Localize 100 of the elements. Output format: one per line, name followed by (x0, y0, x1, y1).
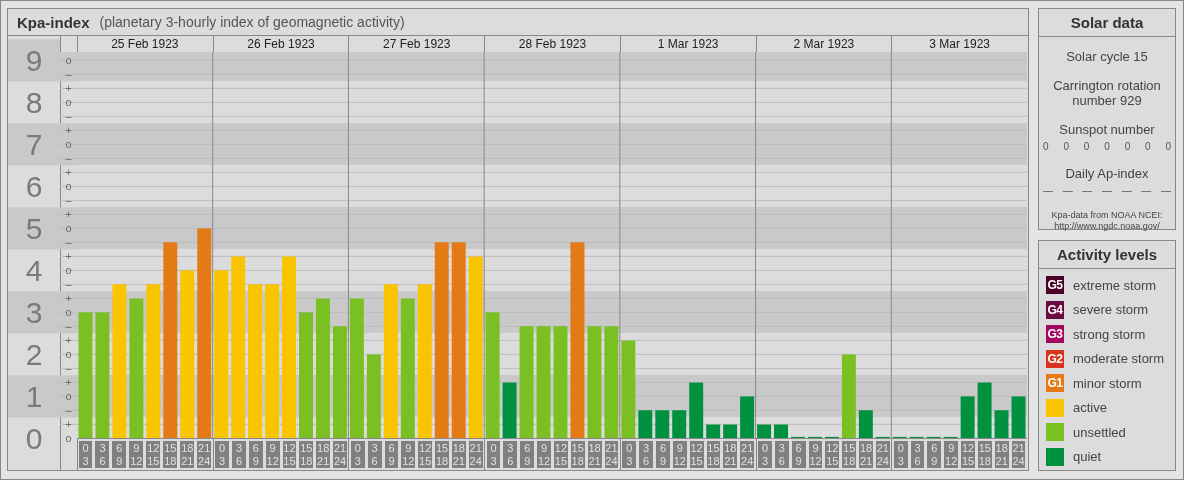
level-swatch: G3 (1046, 325, 1064, 343)
minor-tick-label: o (65, 305, 72, 318)
time-slot-label: 15 18 (842, 441, 857, 468)
minor-tick-label: o (65, 221, 72, 234)
level-label: unsettled (1073, 424, 1126, 440)
level-label: minor storm (1073, 375, 1142, 391)
ap-index-value: — (1082, 185, 1093, 196)
time-slot-label: 15 18 (435, 441, 449, 468)
time-slot-label: 12 15 (554, 441, 568, 468)
time-slot-label: 3 6 (774, 441, 789, 468)
time-slot-label: 0 3 (78, 441, 93, 468)
time-slot-label: 0 3 (622, 441, 637, 468)
sunspot-value: 0 (1104, 141, 1110, 152)
time-slot-label: 21 24 (875, 441, 890, 468)
minor-tick-label: + (65, 207, 72, 220)
time-slot-label: 3 6 (910, 441, 925, 468)
solar-cycle-text: Solar cycle 15 (1066, 49, 1148, 64)
time-slot-label: 9 12 (129, 441, 144, 468)
minor-tick-label: o (65, 95, 72, 108)
y-axis-label: 3 (25, 296, 43, 330)
time-slot-label: 3 6 (367, 441, 382, 468)
carrington-rotation-text: Carrington rotation number 929 (1052, 78, 1162, 108)
y-axis-label: 0 (25, 422, 43, 456)
time-slot-label: 0 3 (486, 441, 501, 468)
time-slot-label: 12 15 (961, 441, 975, 468)
time-slot-label: 21 24 (197, 441, 212, 468)
time-slot-label: 21 24 (1011, 441, 1026, 468)
sunspot-label: Sunspot number (1059, 122, 1155, 137)
chart-title: Kpa-index (17, 13, 90, 31)
minor-tick-label: + (65, 249, 72, 262)
time-slot-label: 15 18 (706, 441, 721, 468)
ap-index-value: — (1101, 185, 1112, 196)
minor-tick-label: – (65, 193, 72, 206)
level-label: quiet (1073, 449, 1102, 464)
minor-tick-label: – (65, 277, 72, 290)
time-slot-label: 0 3 (350, 441, 365, 468)
minor-tick-label: – (65, 151, 72, 164)
minor-tick-label: – (65, 319, 72, 332)
source-url: http://www.ngdc.noaa.gov/ (1054, 221, 1160, 232)
time-slot-label: 21 24 (333, 441, 347, 468)
time-slot-label: 15 18 (163, 441, 178, 468)
minor-tick-label: – (65, 109, 72, 122)
y-axis-label: 9 (25, 44, 43, 78)
level-label: moderate storm (1073, 351, 1165, 366)
level-swatch: G1 (1046, 374, 1064, 392)
time-slot-label: 9 12 (808, 441, 823, 468)
level-swatch: G4 (1046, 300, 1064, 319)
sunspot-value: 0 (1124, 141, 1131, 152)
minor-tick-label: + (65, 81, 72, 94)
level-swatch: G2 (1046, 349, 1064, 368)
time-slot-label: 12 15 (282, 441, 297, 468)
time-slot-label: 6 9 (384, 441, 399, 468)
ap-index-value: — (1121, 185, 1132, 196)
ap-index-label: Daily Ap-index (1065, 166, 1149, 181)
time-slot-label: 0 3 (893, 441, 908, 468)
time-slot-label: 3 6 (503, 441, 518, 468)
time-slot-label: 0 3 (758, 441, 772, 468)
time-slot-label: 9 12 (265, 441, 280, 468)
time-slot-label: 18 21 (859, 441, 873, 468)
time-slot-label: 9 12 (944, 441, 959, 468)
time-slot-label: 6 9 (791, 441, 806, 468)
sunspot-value: 0 (1063, 141, 1069, 152)
y-axis-label: 1 (25, 380, 43, 414)
time-slot-label: 3 6 (639, 441, 653, 468)
time-slot-label: 6 9 (520, 441, 535, 468)
time-slot-label: 3 6 (232, 441, 246, 468)
time-slot-label: 6 9 (248, 441, 263, 468)
minor-tick-label: + (65, 417, 72, 430)
y-axis-label: 8 (25, 86, 43, 120)
time-slot-label: 9 12 (537, 441, 551, 468)
sunspot-value: 0 (1083, 141, 1090, 152)
time-slot-label: 6 9 (927, 441, 942, 468)
minor-tick-label: + (65, 333, 72, 346)
time-slot-label: 21 24 (604, 441, 619, 468)
level-swatch: G5 (1046, 276, 1064, 294)
sunspot-value: 0 (1043, 141, 1049, 152)
minor-tick-label: + (65, 123, 72, 136)
time-slot-label: 0 3 (215, 441, 230, 468)
ap-index-value: — (1141, 185, 1152, 196)
time-slot-label: 9 12 (672, 441, 687, 468)
date-label: 25 Feb 1923 (110, 36, 180, 52)
time-slot-label: 18 21 (587, 441, 602, 468)
time-slot-label: 12 15 (418, 441, 433, 468)
sunspot-value: 0 (1165, 141, 1171, 152)
time-slot-label: 18 21 (451, 441, 466, 468)
y-axis-label: 4 (25, 254, 43, 288)
time-slot-label: 21 24 (740, 441, 755, 468)
ap-index-value: — (1062, 185, 1073, 196)
minor-tick-label: – (65, 67, 72, 80)
time-slot-label: 3 6 (95, 441, 110, 468)
panel-title: Solar data (1039, 9, 1175, 37)
time-slot-label: 12 15 (825, 441, 840, 468)
minor-tick-label: o (65, 263, 72, 276)
time-slot-label: 12 15 (689, 441, 704, 468)
time-slot-label: 9 12 (401, 441, 416, 468)
level-label: active (1073, 400, 1107, 415)
minor-tick-label: + (65, 375, 72, 388)
time-slot-label: 18 21 (723, 441, 738, 468)
minor-tick-label: o (65, 137, 72, 150)
time-slot-label: 12 15 (146, 441, 161, 468)
